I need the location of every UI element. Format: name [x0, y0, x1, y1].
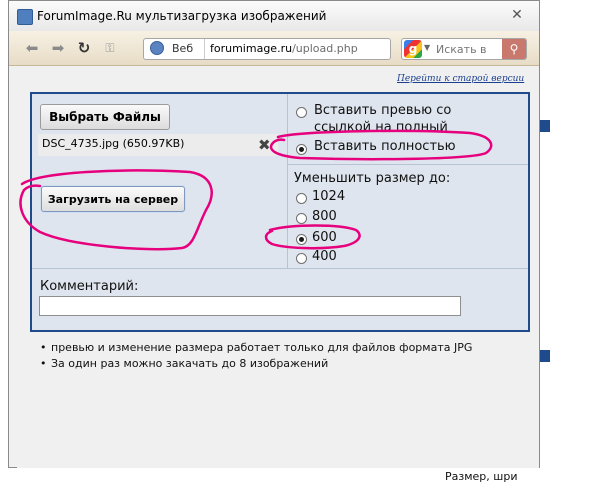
upload-panel: Выбрать Файлы DSC_4735.jpg (650.97KB) ✖ …	[30, 92, 530, 332]
list-item: За один раз можно закачать до 8 изображе…	[37, 356, 472, 372]
url-path: /upload.php	[292, 42, 358, 55]
size-800-radio[interactable]	[296, 213, 307, 224]
insert-preview-line1: Вставить превью со	[314, 103, 452, 118]
globe-icon	[150, 41, 164, 55]
divider	[287, 164, 528, 165]
list-item: превью и изменение размера работает толь…	[37, 340, 472, 356]
back-icon[interactable]: ⬅	[23, 39, 41, 57]
insert-preview-line2: ссылкой на полный	[314, 120, 448, 135]
insert-preview-radio[interactable]	[296, 107, 307, 118]
google-icon[interactable]: g	[404, 40, 422, 58]
window-title: ForumImage.Ru мультизагрузка изображений	[37, 9, 327, 23]
notes-list: превью и изменение размера работает толь…	[37, 340, 472, 372]
key-icon[interactable]: ⚿	[101, 39, 119, 57]
search-box[interactable]: g ▼ ⚲	[401, 38, 527, 60]
comment-input[interactable]	[39, 296, 461, 316]
resize-label: Уменьшить размер до:	[294, 171, 451, 186]
url-host: forumimage.ru	[210, 42, 293, 55]
background-page-strip	[540, 0, 600, 480]
app-icon	[17, 9, 33, 25]
size-400-label: 400	[312, 249, 337, 264]
background-page-marker	[540, 120, 550, 132]
browser-window: ForumImage.Ru мультизагрузка изображений…	[8, 0, 540, 468]
web-label: Веб	[172, 42, 194, 55]
insert-preview-label: Вставить превью со ссылкой на полный	[314, 102, 451, 136]
size-600-radio[interactable]	[296, 234, 307, 245]
reload-icon[interactable]: ↻	[75, 39, 93, 57]
address-bar[interactable]: Веб forumimage.ru/upload.php	[143, 38, 391, 60]
file-name: DSC_4735.jpg (650.97KB)	[42, 137, 185, 150]
size-800-label: 800	[312, 209, 337, 224]
file-list-item: DSC_4735.jpg (650.97KB) ✖	[38, 134, 278, 156]
comment-label: Комментарий:	[40, 279, 139, 294]
search-input[interactable]	[436, 41, 496, 57]
background-page-text: Размер, шри	[445, 470, 518, 483]
divider	[287, 94, 288, 268]
size-1024-label: 1024	[312, 189, 346, 204]
search-icon[interactable]: ⚲	[502, 39, 526, 59]
chevron-down-icon[interactable]: ▼	[424, 43, 430, 52]
page-content: Перейти к старой версии Выбрать Файлы DS…	[17, 66, 539, 468]
remove-file-icon[interactable]: ✖	[258, 134, 271, 156]
url-text[interactable]: forumimage.ru/upload.php	[210, 42, 358, 55]
upload-to-server-button[interactable]: Загрузить на сервер	[41, 186, 185, 212]
size-400-radio[interactable]	[296, 253, 307, 264]
background-page-marker	[540, 350, 550, 362]
title-bar: ForumImage.Ru мультизагрузка изображений…	[9, 1, 539, 31]
divider	[32, 268, 528, 269]
insert-full-radio[interactable]	[296, 144, 307, 155]
old-version-link[interactable]: Перейти к старой версии	[397, 74, 524, 84]
size-600-label: 600	[312, 230, 337, 245]
close-icon[interactable]: ✕	[502, 5, 532, 25]
size-1024-radio[interactable]	[296, 193, 307, 204]
address-separator	[204, 39, 205, 59]
choose-files-button[interactable]: Выбрать Файлы	[40, 104, 170, 130]
insert-full-label: Вставить полностью	[314, 139, 456, 154]
forward-icon[interactable]: ➡	[49, 39, 67, 57]
